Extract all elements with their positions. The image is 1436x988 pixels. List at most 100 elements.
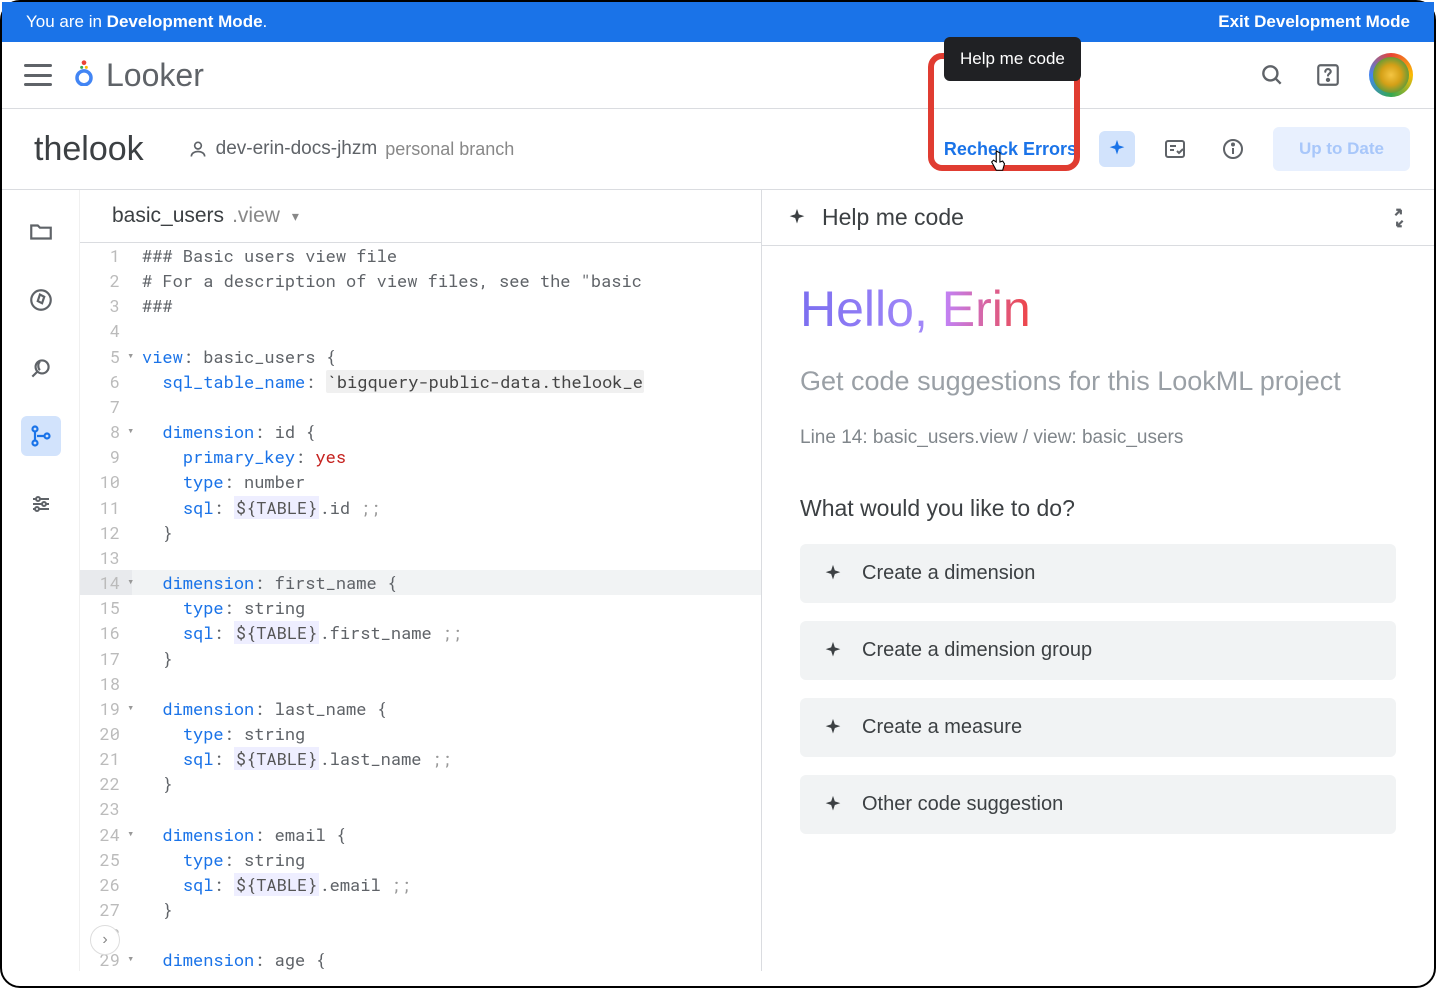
line-number: 10: [80, 469, 132, 494]
code-text: sql: ${TABLE}.id ;;: [132, 495, 761, 520]
code-line[interactable]: 21 sql: ${TABLE}.last_name ;;: [80, 746, 761, 771]
code-line[interactable]: 4: [80, 318, 761, 343]
help-me-code-tooltip: Help me code: [944, 37, 1081, 81]
menu-icon[interactable]: [24, 64, 52, 86]
code-text: [132, 671, 761, 696]
suggestion-label: Other code suggestion: [862, 793, 1063, 816]
code-line[interactable]: 13: [80, 545, 761, 570]
line-number: 15: [80, 595, 132, 620]
product-name: Looker: [106, 57, 204, 94]
help-icon[interactable]: [1314, 61, 1342, 89]
line-number: 14▾: [80, 570, 132, 595]
sparkle-icon: [786, 207, 808, 229]
code-text: [132, 796, 761, 821]
avatar[interactable]: [1370, 54, 1412, 96]
code-line[interactable]: 7: [80, 394, 761, 419]
code-line[interactable]: 25 type: string: [80, 847, 761, 872]
code-line[interactable]: 19▾ dimension: last_name {: [80, 696, 761, 721]
panel-subtitle: Get code suggestions for this LookML pro…: [800, 364, 1396, 399]
user-icon: [188, 139, 208, 159]
suggestion-item[interactable]: Other code suggestion: [800, 775, 1396, 834]
suggestion-item[interactable]: Create a measure: [800, 698, 1396, 757]
code-text: [132, 318, 761, 343]
info-icon[interactable]: [1215, 131, 1251, 167]
code-text: sql: ${TABLE}.last_name ;;: [132, 746, 761, 771]
code-line[interactable]: 8▾ dimension: id {: [80, 419, 761, 444]
side-rail: [2, 190, 80, 971]
suggestion-label: Create a dimension group: [862, 639, 1092, 662]
code-line[interactable]: 20 type: string: [80, 721, 761, 746]
code-line[interactable]: 18: [80, 671, 761, 696]
code-text: primary_key: yes: [132, 444, 761, 469]
line-number: 8▾: [80, 419, 132, 444]
suggestion-item[interactable]: Create a dimension group: [800, 621, 1396, 680]
line-number: 1: [80, 243, 132, 268]
code-line[interactable]: 26 sql: ${TABLE}.email ;;: [80, 872, 761, 897]
scroll-right-button[interactable]: ›: [90, 925, 120, 955]
validate-icon[interactable]: [1157, 131, 1193, 167]
file-ext: .view: [232, 204, 280, 228]
search-icon[interactable]: [1258, 61, 1286, 89]
code-line[interactable]: 29▾ dimension: age {: [80, 947, 761, 971]
line-number: 20: [80, 721, 132, 746]
code-line[interactable]: 15 type: string: [80, 595, 761, 620]
code-line[interactable]: 1### Basic users view file: [80, 243, 761, 268]
code-line[interactable]: 28: [80, 922, 761, 947]
code-line[interactable]: 14▾ dimension: first_name {: [80, 570, 761, 595]
file-tab[interactable]: basic_users.view ▾: [80, 190, 761, 243]
suggestion-label: Create a dimension: [862, 562, 1035, 585]
code-line[interactable]: 16 sql: ${TABLE}.first_name ;;: [80, 620, 761, 645]
code-line[interactable]: 3###: [80, 293, 761, 318]
branch-selector[interactable]: dev-erin-docs-jhzm personal branch: [188, 138, 515, 160]
code-line[interactable]: 27 }: [80, 897, 761, 922]
line-number: 19▾: [80, 696, 132, 721]
suggestion-item[interactable]: Create a dimension: [800, 544, 1396, 603]
line-number: 7: [80, 394, 132, 419]
branch-type-label: personal branch: [385, 139, 514, 160]
line-number: 16: [80, 620, 132, 645]
code-line[interactable]: 23: [80, 796, 761, 821]
line-number: 21: [80, 746, 132, 771]
code-line[interactable]: 12 }: [80, 520, 761, 545]
code-editor[interactable]: 1### Basic users view file2# For a descr…: [80, 243, 761, 971]
line-number: 17: [80, 646, 132, 671]
code-text: [132, 545, 761, 570]
line-number: 23: [80, 796, 132, 821]
code-line[interactable]: 6 sql_table_name: `bigquery-public-data.…: [80, 369, 761, 394]
compass-icon[interactable]: [21, 280, 61, 320]
code-text: dimension: email {: [132, 822, 761, 847]
search-code-icon[interactable]: [21, 348, 61, 388]
exit-dev-mode-link[interactable]: Exit Development Mode: [1218, 12, 1410, 32]
looker-logo[interactable]: Looker: [70, 57, 204, 94]
help-me-code-button[interactable]: [1099, 131, 1135, 167]
recheck-errors-link[interactable]: Recheck Errors: [944, 139, 1077, 160]
code-text: type: string: [132, 847, 761, 872]
code-line[interactable]: 17 }: [80, 646, 761, 671]
folder-icon[interactable]: [21, 212, 61, 252]
code-text: }: [132, 646, 761, 671]
line-number: 18: [80, 671, 132, 696]
code-text: [132, 922, 761, 947]
panel-header: Help me code: [762, 190, 1434, 246]
code-text: [132, 394, 761, 419]
sparkle-icon: [822, 563, 844, 585]
project-bar: Help me code thelook dev-erin-docs-jhzm …: [2, 109, 1434, 190]
code-line[interactable]: 5▾view: basic_users {: [80, 344, 761, 369]
code-text: }: [132, 897, 761, 922]
panel-question: What would you like to do?: [800, 495, 1396, 522]
up-to-date-button[interactable]: Up to Date: [1273, 127, 1410, 171]
hello-greeting: Hello, Erin: [800, 280, 1396, 338]
settings-sliders-icon[interactable]: [21, 484, 61, 524]
code-text: dimension: id {: [132, 419, 761, 444]
app-header: Looker: [2, 42, 1434, 109]
line-number: 25: [80, 847, 132, 872]
git-icon[interactable]: [21, 416, 61, 456]
code-line[interactable]: 10 type: number: [80, 469, 761, 494]
code-line[interactable]: 9 primary_key: yes: [80, 444, 761, 469]
code-line[interactable]: 24▾ dimension: email {: [80, 822, 761, 847]
code-line[interactable]: 22 }: [80, 771, 761, 796]
code-line[interactable]: 2# For a description of view files, see …: [80, 268, 761, 293]
collapse-panel-icon[interactable]: [1388, 207, 1410, 229]
code-line[interactable]: 11 sql: ${TABLE}.id ;;: [80, 495, 761, 520]
code-text: }: [132, 520, 761, 545]
